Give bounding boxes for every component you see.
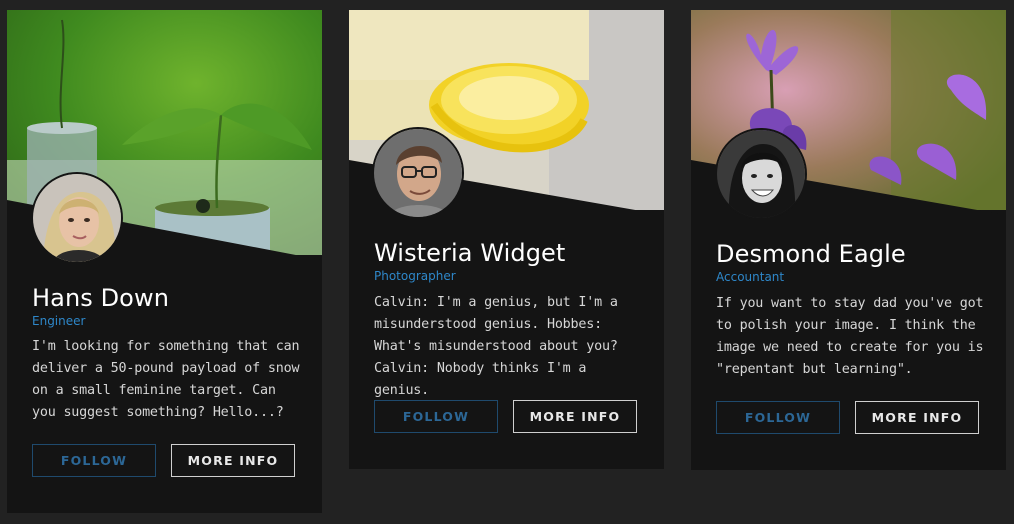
profile-card-wisteria-widget: Wisteria Widget Photographer Calvin: I'm… [349, 10, 664, 469]
follow-button[interactable]: FOLLOW [716, 401, 840, 434]
avatar [715, 128, 807, 220]
profile-role: Engineer [32, 314, 86, 328]
follow-button[interactable]: FOLLOW [374, 400, 498, 433]
avatar [31, 172, 123, 264]
profile-name: Hans Down [32, 284, 170, 312]
avatar [372, 127, 464, 219]
profile-bio: I'm looking for something that can deliv… [32, 339, 300, 420]
profile-bio: Calvin: I'm a genius, but I'm a misunder… [374, 295, 618, 398]
more-info-button[interactable]: MORE INFO [513, 400, 637, 433]
more-info-button[interactable]: MORE INFO [171, 444, 295, 477]
profile-name: Wisteria Widget [374, 239, 566, 267]
more-info-button[interactable]: MORE INFO [855, 401, 979, 434]
profile-card-desmond-eagle: Desmond Eagle Accountant If you want to … [691, 10, 1006, 470]
profile-bio: If you want to stay dad you've got to po… [716, 296, 984, 377]
follow-button[interactable]: FOLLOW [32, 444, 156, 477]
profile-name: Desmond Eagle [716, 240, 906, 268]
profile-role: Photographer [374, 269, 456, 283]
profile-role: Accountant [716, 270, 785, 284]
profile-card-hans-down: Hans Down Engineer I'm looking for somet… [7, 10, 322, 513]
